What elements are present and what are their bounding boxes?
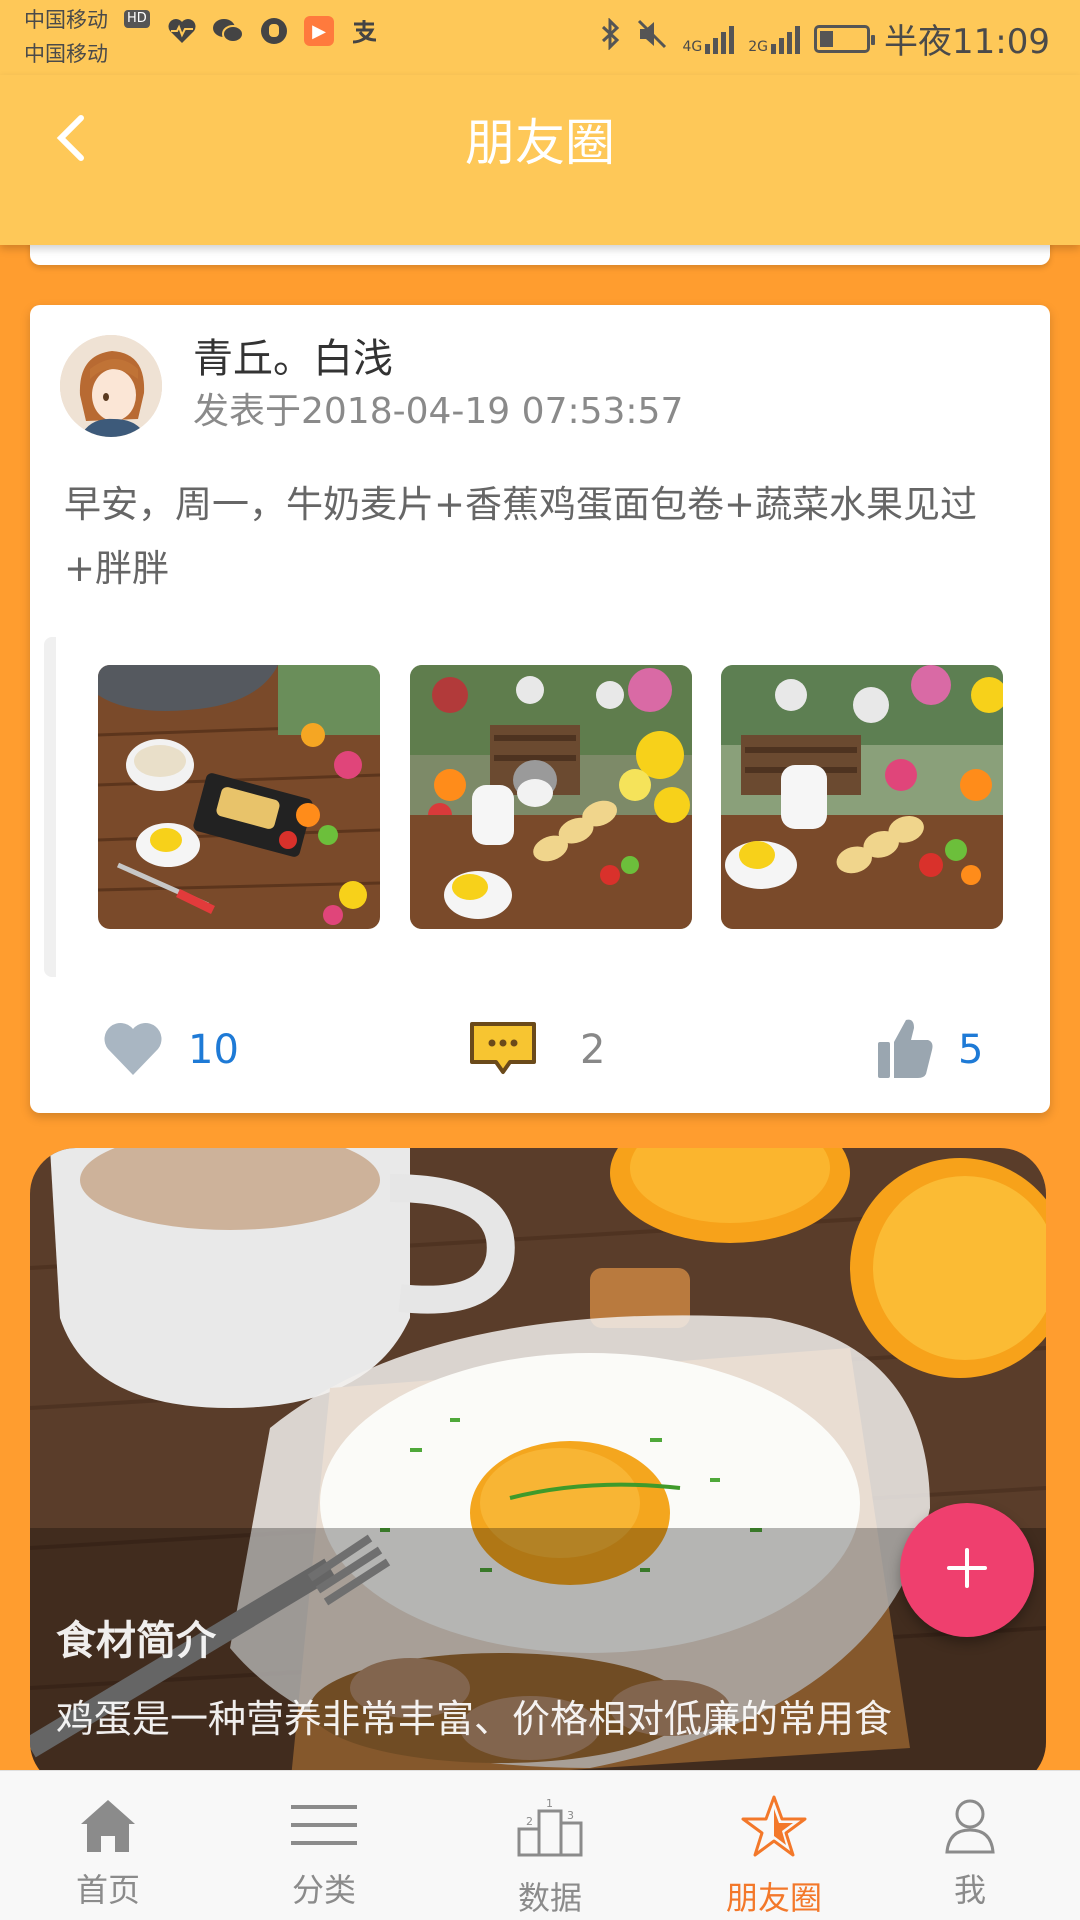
heart-icon [102,1019,164,1081]
tab-data-label: 数据 [517,1879,582,1917]
carrier-label-2: 中国移动 [24,42,108,66]
intro-text: 鸡蛋是一种营养非常丰富、价格相对低廉的常用食 [56,1697,893,1741]
carrier-label-1: 中国移动 [24,8,108,32]
previous-post-card[interactable] [30,245,1050,265]
breakfast-photo-2[interactable] [410,665,692,929]
status-right-group: 4G 2G 半夜11:09 [600,14,1050,63]
tab-data[interactable]: 21 3 数据 [460,1771,640,1920]
tab-me-label: 我 [953,1871,986,1909]
page-title: 朋友圈 [465,114,615,172]
status-bar: 中国移动 中国移动 HD ▶ 4G 2G 半夜11:09 [0,0,1080,75]
image-gallery [44,637,1036,977]
tab-moments[interactable]: 朋友圈 [684,1771,864,1920]
podium-icon: 21 3 [515,1795,585,1857]
tab-home-label: 首页 [75,1871,140,1909]
battery-icon [814,24,876,53]
heart-pulse-icon [166,16,198,46]
svg-text:3: 3 [567,1809,574,1822]
thumbs-up-button[interactable]: 5 [876,1005,983,1095]
breakfast-photo-3[interactable] [721,665,1003,929]
ingredient-intro-card[interactable]: 食材简介 鸡蛋是一种营养非常丰富、价格相对低廉的常用食 [30,1148,1046,1770]
menu-icon [289,1795,359,1857]
user-name[interactable]: 青丘。白浅 [193,331,393,387]
post-card[interactable]: 青丘。白浅 发表于2018-04-19 07:53:57 早安，周一，牛奶麦片+… [30,305,1050,1113]
signal-4g-label: 4G [682,38,703,55]
wechat-icon [212,16,244,46]
svg-text:2: 2 [526,1815,533,1828]
breakfast-photo-1[interactable] [98,665,380,929]
status-time: 半夜11:09 [884,22,1050,62]
svg-text:1: 1 [546,1797,553,1810]
home-icon [73,1795,143,1857]
bluetooth-icon [600,17,622,59]
post-timestamp: 发表于2018-04-19 07:53:57 [193,391,684,432]
thumbs-up-icon [876,1016,934,1084]
avatar[interactable] [60,335,162,437]
intro-title: 食材简介 [56,1618,216,1664]
star-icon [739,1795,809,1857]
alipay-icon [348,16,380,46]
app-bar: 朋友圈 [0,75,1080,245]
comment-button[interactable]: 2 [466,1005,605,1095]
plus-icon [945,1546,989,1594]
like-count: 10 [188,1027,239,1073]
hd-badge: HD [124,10,150,28]
mute-icon [636,18,668,59]
play-icon: ▶ [304,16,334,46]
post-actions: 10 2 5 [30,1005,1050,1095]
signal-4g-icon: 4G [682,24,735,55]
post-content: 早安，周一，牛奶麦片+香蕉鸡蛋面包卷+蔬菜水果见过+胖胖 [64,483,978,590]
signal-2g-icon: 2G [748,24,801,55]
notification-icons: ▶ [166,16,380,46]
hand-icon [258,16,290,46]
thumbs-up-count: 5 [958,1027,984,1073]
bottom-tab-bar: 首页 分类 21 3 数据 朋友圈 我 [0,1770,1080,1920]
person-icon [935,1795,1005,1857]
tab-home[interactable]: 首页 [18,1771,198,1920]
comment-count: 2 [580,1027,606,1073]
tab-moments-label: 朋友圈 [725,1879,822,1917]
tab-category-label: 分类 [291,1871,356,1909]
tab-me[interactable]: 我 [880,1771,1060,1920]
comment-icon [466,1018,540,1082]
like-button[interactable]: 10 [102,1005,239,1095]
battery-fill [820,30,834,47]
fried-egg-photo [30,1148,1046,1770]
signal-2g-label: 2G [748,38,769,55]
tab-category[interactable]: 分类 [234,1771,414,1920]
add-post-button[interactable] [900,1503,1034,1637]
